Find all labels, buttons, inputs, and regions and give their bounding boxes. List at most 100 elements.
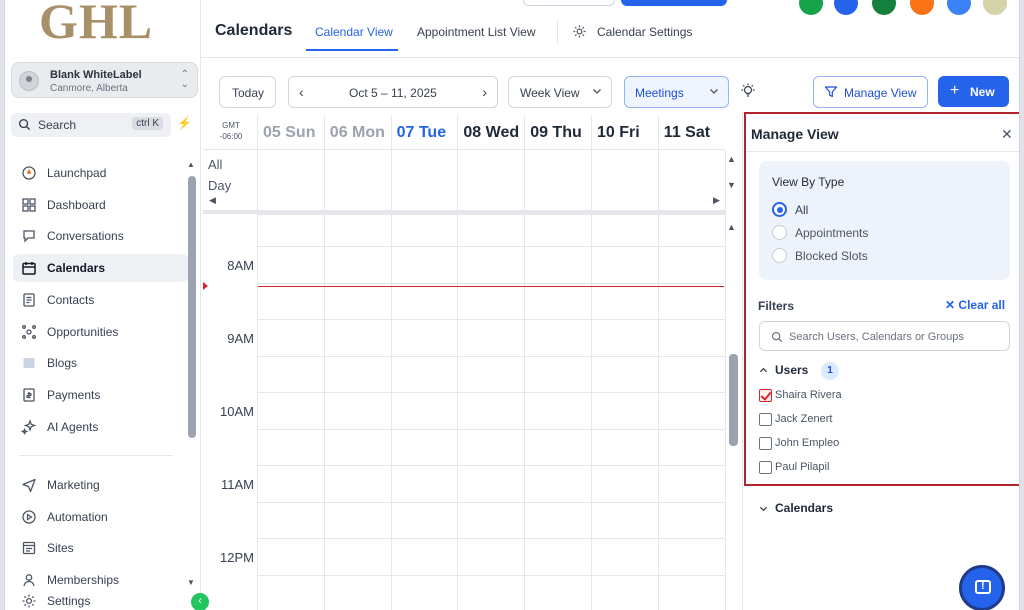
top-action-circle-3[interactable]: [872, 0, 896, 15]
user-label[interactable]: Shaira Rivera: [775, 389, 842, 401]
clear-all-button[interactable]: ✕ Clear all: [945, 298, 1005, 312]
today-button[interactable]: Today: [219, 76, 276, 108]
radio-appointments-label[interactable]: Appointments: [795, 226, 868, 240]
clear-all-label: Clear all: [958, 298, 1006, 312]
new-button[interactable]: + New: [938, 76, 1009, 107]
user-avatar[interactable]: [983, 0, 1007, 15]
lightbulb-icon[interactable]: [739, 82, 757, 100]
top-action-circle-5[interactable]: [947, 0, 971, 15]
scroll-left-arrow-icon[interactable]: ◀: [209, 195, 216, 206]
active-tab-indicator: [306, 49, 398, 51]
panel-divider: [743, 151, 1019, 152]
top-header: Calendars Calendar View Appointment List…: [201, 0, 1019, 58]
filter-icon: [824, 86, 838, 98]
tab-calendar-view[interactable]: Calendar View: [315, 25, 393, 39]
view-mode-select[interactable]: Week View: [508, 76, 612, 108]
all-day-row[interactable]: [257, 150, 725, 195]
scroll-down-arrow-icon[interactable]: ▼: [187, 578, 195, 587]
sidebar-item-settings[interactable]: Settings: [13, 587, 188, 610]
new-label: New: [970, 85, 995, 99]
radio-all[interactable]: [772, 202, 787, 217]
all-day-scroll-up-icon[interactable]: ▲: [727, 154, 736, 164]
sidebar-search[interactable]: Search ctrl K: [11, 113, 171, 137]
week-calendar-grid: GMT -06:00 05 Sun 06 Mon 07 Tue 08 Wed 09 Thu…: [203, 115, 741, 610]
sidebar-item-dashboard[interactable]: Dashboard: [13, 191, 188, 219]
grid-scroll-up-icon[interactable]: ▲: [727, 222, 736, 232]
next-week-chevron-icon[interactable]: ›: [482, 84, 487, 100]
day-header-10-fri[interactable]: 10 Fri: [591, 115, 658, 149]
user-label[interactable]: Jack Zenert: [775, 413, 832, 425]
brand-logo[interactable]: GHL: [39, 0, 153, 50]
user-checkbox-jack-zenert[interactable]: [759, 413, 772, 426]
memberships-icon: [23, 574, 35, 587]
day-column-line: [323, 150, 325, 610]
sidebar: GHL Blank WhiteLabel Canmore, Alberta ⌃ ⌄…: [5, 0, 201, 610]
top-action-circle-1[interactable]: [799, 0, 823, 15]
user-checkbox-paul-pilapil[interactable]: [759, 461, 772, 474]
user-label[interactable]: Paul Pilapil: [775, 461, 829, 473]
close-icon[interactable]: ✕: [1001, 126, 1013, 143]
calendar-icon: [22, 262, 36, 275]
radio-blocked-slots-label[interactable]: Blocked Slots: [795, 249, 868, 263]
top-action-circle-2[interactable]: [834, 0, 858, 15]
day-header-06-mon[interactable]: 06 Mon: [323, 115, 391, 149]
sidebar-item-payments[interactable]: Payments: [13, 381, 188, 409]
view-by-type-box: View By Type All Appointments Blocked Sl…: [759, 161, 1010, 280]
manage-view-button[interactable]: Manage View: [813, 76, 928, 108]
day-header-11-sat[interactable]: 11 Sat: [657, 115, 725, 149]
scroll-right-arrow-icon[interactable]: ▶: [713, 195, 720, 206]
tab-calendar-settings[interactable]: Calendar Settings: [597, 25, 692, 39]
rocket-icon: [22, 166, 36, 180]
hour-line: [257, 214, 725, 215]
sidebar-item-launchpad[interactable]: Launchpad: [13, 159, 188, 187]
day-header-08-wed[interactable]: 08 Wed: [457, 115, 524, 149]
previous-week-chevron-icon[interactable]: ‹: [299, 84, 304, 100]
day-column-line: [591, 150, 592, 610]
calendar-type-select[interactable]: Meetings: [624, 76, 729, 108]
collapse-sidebar-button[interactable]: ‹: [191, 593, 209, 610]
sidebar-item-automation[interactable]: Automation: [13, 503, 188, 531]
all-day-scroll-down-icon[interactable]: ▼: [727, 180, 736, 190]
calendar-scrollbar[interactable]: [729, 354, 738, 446]
calendar-type-label: Meetings: [635, 86, 684, 100]
sidebar-item-sites[interactable]: Sites: [13, 534, 188, 562]
sidebar-item-label: Payments: [47, 387, 101, 402]
day-header-label: 07 Tue: [396, 124, 447, 141]
sidebar-item-contacts[interactable]: Contacts: [13, 286, 188, 314]
account-location: Canmore, Alberta: [50, 83, 128, 94]
day-header-09-thu[interactable]: 09 Thu: [524, 115, 591, 149]
sidebar-item-label: Marketing: [47, 478, 100, 492]
user-checkbox-john-empleo[interactable]: [759, 437, 772, 450]
tab-appointment-list-view[interactable]: Appointment List View: [417, 25, 536, 39]
sidebar-item-marketing[interactable]: Marketing: [13, 471, 188, 499]
radio-appointments[interactable]: [772, 225, 787, 240]
radio-all-label[interactable]: All: [795, 203, 808, 217]
sidebar-item-label: AI Agents: [47, 419, 99, 434]
account-switcher[interactable]: Blank WhiteLabel Canmore, Alberta ⌃ ⌄: [11, 62, 198, 98]
sidebar-item-conversations[interactable]: Conversations: [13, 222, 188, 250]
day-header-label: 08 Wed: [463, 124, 520, 141]
payments-icon: [23, 388, 35, 402]
manage-view-panel: Manage View ✕ View By Type All Appointme…: [742, 113, 1019, 610]
sidebar-item-ai-agents[interactable]: AI Agents: [13, 413, 188, 441]
sidebar-item-opportunities[interactable]: Opportunities: [13, 318, 188, 346]
top-action-circle-4[interactable]: [910, 0, 934, 15]
support-chat-button[interactable]: [959, 565, 1005, 610]
day-header-07-tue[interactable]: 07 Tue: [390, 115, 458, 149]
radio-blocked-slots[interactable]: [772, 248, 787, 263]
sidebar-item-blogs[interactable]: Blogs: [13, 349, 188, 377]
hour-label: 9AM: [227, 331, 254, 346]
day-header-05-sun[interactable]: 05 Sun: [257, 115, 324, 149]
filter-search-input[interactable]: [789, 328, 1004, 346]
scroll-up-arrow-icon[interactable]: ▲: [187, 160, 195, 169]
day-header-label: 09 Thu: [530, 124, 582, 141]
user-checkbox-shaira-rivera[interactable]: [759, 389, 772, 402]
top-cut-button[interactable]: [523, 0, 615, 6]
bolt-icon[interactable]: ⚡: [177, 116, 192, 130]
top-cut-primary-button[interactable]: [621, 0, 727, 6]
hour-line: [257, 538, 725, 539]
user-label[interactable]: John Empleo: [775, 437, 839, 449]
chevron-up-down-icon: ⌃ ⌄: [180, 69, 189, 90]
sidebar-scrollbar[interactable]: [188, 176, 196, 438]
sidebar-item-calendars[interactable]: Calendars: [13, 254, 188, 283]
